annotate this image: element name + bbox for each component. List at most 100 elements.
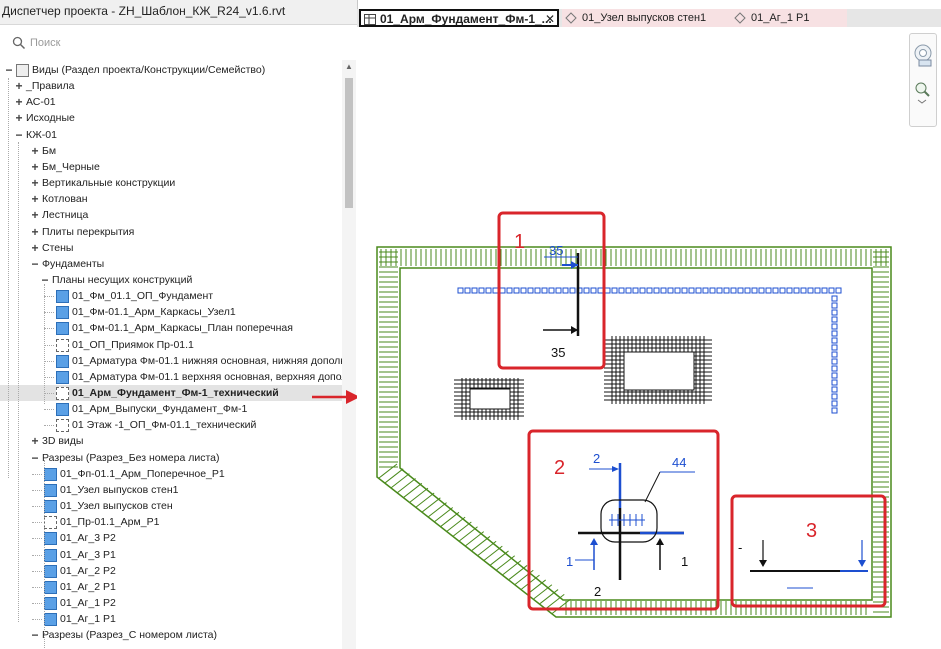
collapse-icon[interactable]: − — [14, 127, 24, 143]
expand-icon[interactable]: + — [30, 207, 40, 223]
tree-connector — [44, 296, 54, 298]
tree-connector — [32, 473, 42, 475]
view-cube-icon[interactable] — [912, 42, 934, 68]
zoom-icon[interactable] — [912, 80, 934, 104]
tree-item[interactable]: + Бм — [0, 143, 342, 159]
tree-connector — [44, 409, 54, 411]
tree-item-label: Разрезы (Разрез_С номером листа) — [42, 629, 217, 642]
tree-item[interactable]: 01_Узел выпусков стен — [0, 498, 342, 514]
view-tabs: 01_Арм_Фундамент_Фм-1_... ✕ 01_Узел выпу… — [357, 9, 941, 27]
tree-item[interactable]: 01_Аг_3 Р1 — [0, 547, 342, 563]
tree-item[interactable]: − Планы несущих конструкций — [0, 272, 342, 288]
expand-icon[interactable]: + — [30, 159, 40, 175]
tab-arm-fundament[interactable]: 01_Арм_Фундамент_Фм-1_... ✕ — [359, 9, 559, 27]
tree-item[interactable]: 01_Аг_2 Р1 — [0, 579, 342, 595]
tree-item[interactable]: 01_Фм_01.1_ОП_Фундамент — [0, 288, 342, 304]
tree-guide-line — [44, 460, 45, 649]
tree-item-label: 01 Этаж -1_ОП_Фм-01.1_технический — [72, 419, 257, 432]
expand-icon[interactable]: + — [30, 143, 40, 159]
tree-item[interactable]: − Разрезы (Разрез_С номером листа) — [0, 627, 342, 643]
tree-item[interactable]: 01_Аг_1 Р1 — [0, 611, 342, 627]
tree-item[interactable]: 01_Фм-01.1_Арм_Каркасы_План поперечная — [0, 320, 342, 336]
tree-item-label: Котлован — [42, 193, 88, 206]
tree-item[interactable]: 01_Фп-01.1_Арм_Поперечное_Р1 — [0, 466, 342, 482]
tree-item-label: 01_Аг_1 Р2 — [60, 596, 116, 609]
scroll-up-icon[interactable]: ▲ — [345, 62, 353, 71]
search-input[interactable]: Поиск — [30, 37, 60, 49]
tree-item[interactable]: 01_Арм_Выпуски_Фундамент_Фм-1 — [0, 401, 342, 417]
tree-item-label: Исходные — [26, 112, 75, 125]
view-icon — [56, 306, 69, 320]
view-icon — [56, 354, 69, 368]
tree-item[interactable]: 01_Аг_2 Р2 — [0, 563, 342, 579]
tree-item[interactable]: + Исходные — [0, 110, 342, 126]
tree-item[interactable]: 01_Арматура Фм-01.1 верхняя основная, ве… — [0, 369, 342, 385]
tree-connector — [44, 328, 54, 330]
tree-item[interactable]: + Вертикальные конструкции — [0, 175, 342, 191]
expand-icon[interactable]: + — [14, 78, 24, 94]
tree-item[interactable]: + _Правила — [0, 78, 342, 94]
tree-item[interactable]: + Лестница — [0, 207, 342, 223]
tree-item-label: Лестница — [42, 209, 89, 222]
tree-item[interactable]: +3D виды — [0, 433, 342, 449]
tree-item-label: 01_Арматура Фм-01.1 нижняя основная, ниж… — [72, 354, 342, 367]
browser-title: Диспетчер проекта - ZH_Шаблон_КЖ_R24_v1.… — [0, 0, 357, 25]
expand-icon[interactable]: + — [30, 175, 40, 191]
tree-item-label: 01_Аг_1 Р1 — [60, 613, 116, 626]
collapse-icon[interactable]: − — [30, 450, 40, 466]
tab-uzel-vypuskov[interactable]: 01_Узел выпусков стен1 — [562, 9, 734, 27]
tree-item[interactable]: + Котлован — [0, 191, 342, 207]
tree-item[interactable]: + Бм_Черные — [0, 159, 342, 175]
expand-icon[interactable]: + — [14, 94, 24, 110]
tree-item[interactable]: 01_ОП_Приямок Пр-01.1 — [0, 337, 342, 353]
tree-item[interactable]: 01_Арм_Фундамент_Фм-1_технический — [0, 385, 342, 401]
tree-item[interactable]: + АС-01 — [0, 94, 342, 110]
project-browser: Диспетчер проекта - ZH_Шаблон_КЖ_R24_v1.… — [0, 0, 358, 649]
collapse-icon[interactable]: − — [30, 256, 40, 272]
tree-item-label: КЖ-01 — [26, 128, 57, 141]
scroll-thumb[interactable] — [345, 78, 353, 208]
tree-guide-line — [18, 142, 19, 622]
tree-item[interactable]: + Плиты перекрытия — [0, 224, 342, 240]
tab-ag-1-r1[interactable]: 01_Аг_1 Р1 — [731, 9, 847, 27]
drawing-canvas[interactable] — [357, 27, 941, 649]
tree-connector — [44, 360, 54, 362]
view-icon — [44, 613, 57, 627]
tree-item-label: 01_ОП_Приямок Пр-01.1 — [72, 338, 194, 351]
tree-item[interactable]: 01_Арматура Фм-01.1 нижняя основная, ниж… — [0, 353, 342, 369]
view-icon — [44, 532, 57, 546]
floor-plan-icon — [364, 14, 376, 25]
tree-item[interactable]: 01_Фм-01.1_Арм_Каркасы_Узел1 — [0, 304, 342, 320]
tree-scrollbar[interactable]: ▲ — [342, 60, 356, 649]
tree-item-label: АС-01 — [26, 96, 56, 109]
collapse-icon[interactable]: − — [40, 272, 50, 288]
tree-item[interactable]: − КЖ-01 — [0, 127, 342, 143]
project-tree: − Виды (Раздел проекта/Конструкции/Семейс… — [0, 62, 342, 649]
tree-connector — [44, 393, 54, 394]
close-tab-icon[interactable]: ✕ — [545, 10, 555, 28]
tree-item[interactable]: − Виды (Раздел проекта/Конструкции/Семейс… — [0, 62, 342, 78]
search-box[interactable]: Поиск — [4, 34, 352, 54]
expand-icon[interactable]: + — [30, 191, 40, 207]
collapse-icon[interactable]: − — [30, 627, 40, 643]
tree-item[interactable]: 01_Узел выпусков стен1 — [0, 482, 342, 498]
tree-item-label: 01_Аг_3 Р1 — [60, 548, 116, 561]
expand-icon[interactable]: + — [14, 110, 24, 126]
red-pointer-arrow-icon — [312, 390, 360, 404]
tree-item[interactable]: 01_Аг_1 Р2 — [0, 595, 342, 611]
tree-item[interactable]: 01_Аг_3 Р2 — [0, 530, 342, 546]
expand-icon[interactable]: + — [30, 433, 40, 449]
tree-item[interactable]: + Стены — [0, 240, 342, 256]
expand-icon[interactable]: + — [30, 240, 40, 256]
expand-icon[interactable]: + — [30, 224, 40, 240]
tree-item[interactable]: 01 Этаж -1_ОП_Фм-01.1_технический — [0, 417, 342, 433]
tree-item-label: Виды (Раздел проекта/Конструкции/Семейст… — [32, 64, 266, 76]
tree-connector — [44, 425, 54, 427]
view-icon — [44, 516, 57, 530]
tree-item[interactable]: − Разрезы (Разрез_Без номера листа) — [0, 450, 342, 466]
tree-item[interactable]: − Фундаменты — [0, 256, 342, 272]
tree-item[interactable]: 01_Пр-01.1_Арм_Р1 — [0, 514, 342, 530]
tree-connector — [32, 522, 42, 524]
tree-item-label: 01_Пр-01.1_Арм_Р1 — [60, 516, 160, 529]
collapse-icon[interactable]: − — [4, 62, 14, 78]
